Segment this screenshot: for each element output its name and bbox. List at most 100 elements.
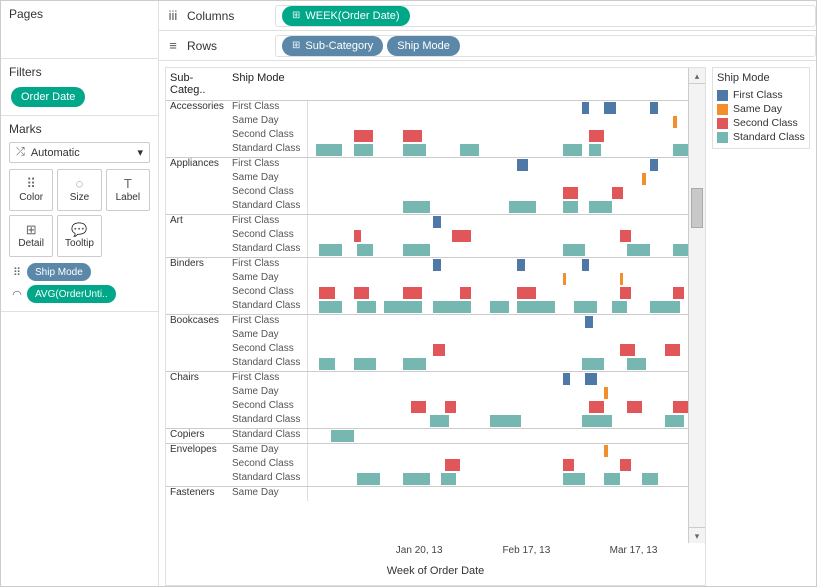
gantt-mark[interactable] xyxy=(612,301,627,313)
gantt-mark[interactable] xyxy=(357,244,372,256)
gantt-mark[interactable] xyxy=(589,130,604,142)
marks-size-button[interactable]: ◌Size xyxy=(57,169,101,211)
gantt-mark[interactable] xyxy=(673,116,677,128)
gantt-mark[interactable] xyxy=(331,430,354,442)
scroll-thumb[interactable] xyxy=(691,188,703,228)
gantt-mark[interactable] xyxy=(642,473,657,485)
gantt-mark[interactable] xyxy=(452,230,471,242)
gantt-mark[interactable] xyxy=(354,358,377,370)
gantt-mark[interactable] xyxy=(319,287,334,299)
gantt-mark[interactable] xyxy=(430,415,449,427)
legend-item[interactable]: Standard Class xyxy=(717,130,805,144)
gantt-mark[interactable] xyxy=(354,130,373,142)
gantt-mark[interactable] xyxy=(433,301,471,313)
legend-item[interactable]: Same Day xyxy=(717,102,805,116)
gantt-track[interactable] xyxy=(308,329,688,343)
gantt-mark[interactable] xyxy=(563,187,578,199)
gantt-mark[interactable] xyxy=(620,459,631,471)
gantt-mark[interactable] xyxy=(354,287,369,299)
gantt-mark[interactable] xyxy=(673,244,688,256)
gantt-mark[interactable] xyxy=(563,273,567,285)
gantt-track[interactable] xyxy=(308,243,688,257)
gantt-mark[interactable] xyxy=(403,130,422,142)
gantt-track[interactable] xyxy=(308,315,688,329)
gantt-track[interactable] xyxy=(308,186,688,200)
gantt-mark[interactable] xyxy=(563,373,571,385)
gantt-mark[interactable] xyxy=(509,201,536,213)
gantt-mark[interactable] xyxy=(563,201,578,213)
gantt-mark[interactable] xyxy=(319,301,342,313)
gantt-mark[interactable] xyxy=(490,301,509,313)
pill-week-orderdate[interactable]: ⊞WEEK(Order Date) xyxy=(282,6,410,26)
gantt-mark[interactable] xyxy=(403,144,426,156)
gantt-mark[interactable] xyxy=(563,144,582,156)
gantt-track[interactable] xyxy=(308,429,688,443)
gantt-track[interactable] xyxy=(308,400,688,414)
marks-color-button[interactable]: ⠿Color xyxy=(9,169,53,211)
vertical-scrollbar[interactable]: ▴ ▾ xyxy=(688,68,705,543)
gantt-mark[interactable] xyxy=(460,287,471,299)
gantt-track[interactable] xyxy=(308,229,688,243)
gantt-mark[interactable] xyxy=(582,102,590,114)
pill-subcategory[interactable]: ⊞Sub-Category xyxy=(282,36,383,56)
scroll-up-button[interactable]: ▴ xyxy=(689,68,705,84)
legend[interactable]: Ship Mode First ClassSame DaySecond Clas… xyxy=(712,67,810,149)
gantt-mark[interactable] xyxy=(403,473,430,485)
gantt-mark[interactable] xyxy=(319,358,334,370)
pill-avg-orderuntil[interactable]: AVG(OrderUnti.. xyxy=(27,285,116,303)
gantt-mark[interactable] xyxy=(620,230,631,242)
gantt-track[interactable] xyxy=(308,300,688,314)
gantt-mark[interactable] xyxy=(316,144,343,156)
gantt-track[interactable] xyxy=(308,372,688,386)
gantt-track[interactable] xyxy=(308,200,688,214)
marks-tooltip-button[interactable]: 💬Tooltip xyxy=(57,215,101,257)
gantt-track[interactable] xyxy=(308,129,688,143)
gantt-track[interactable] xyxy=(308,444,688,458)
gantt-mark[interactable] xyxy=(627,244,650,256)
gantt-track[interactable] xyxy=(308,414,688,428)
gantt-mark[interactable] xyxy=(650,102,658,114)
gantt-mark[interactable] xyxy=(357,301,376,313)
gantt-mark[interactable] xyxy=(433,344,444,356)
marks-label-button[interactable]: TLabel xyxy=(106,169,150,211)
gantt-mark[interactable] xyxy=(563,459,574,471)
gantt-mark[interactable] xyxy=(445,459,460,471)
gantt-mark[interactable] xyxy=(411,401,426,413)
gantt-track[interactable] xyxy=(308,458,688,472)
gantt-mark[interactable] xyxy=(642,173,646,185)
legend-item[interactable]: Second Class xyxy=(717,116,805,130)
gantt-mark[interactable] xyxy=(612,187,623,199)
gantt-mark[interactable] xyxy=(490,415,520,427)
gantt-mark[interactable] xyxy=(589,201,612,213)
gantt-mark[interactable] xyxy=(354,230,362,242)
gantt-mark[interactable] xyxy=(582,415,612,427)
gantt-mark[interactable] xyxy=(384,301,422,313)
legend-item[interactable]: First Class xyxy=(717,88,805,102)
pill-ship-mode[interactable]: Ship Mode xyxy=(27,263,91,281)
gantt-track[interactable] xyxy=(308,258,688,272)
gantt-track[interactable] xyxy=(308,115,688,129)
gantt-mark[interactable] xyxy=(433,216,441,228)
gantt-mark[interactable] xyxy=(589,144,600,156)
gantt-mark[interactable] xyxy=(665,415,684,427)
gantt-body[interactable]: AccessoriesFirst ClassSame DaySecond Cla… xyxy=(166,101,688,543)
gantt-track[interactable] xyxy=(308,272,688,286)
gantt-track[interactable] xyxy=(308,215,688,229)
gantt-track[interactable] xyxy=(308,343,688,357)
gantt-track[interactable] xyxy=(308,101,688,115)
gantt-mark[interactable] xyxy=(620,273,624,285)
gantt-mark[interactable] xyxy=(604,445,608,457)
gantt-mark[interactable] xyxy=(433,259,441,271)
gantt-mark[interactable] xyxy=(574,301,597,313)
gantt-mark[interactable] xyxy=(357,473,380,485)
gantt-mark[interactable] xyxy=(604,473,619,485)
gantt-track[interactable] xyxy=(308,286,688,300)
marks-type-dropdown[interactable]: ⤮ Automatic ▾ xyxy=(9,142,150,163)
gantt-mark[interactable] xyxy=(403,201,430,213)
gantt-mark[interactable] xyxy=(403,358,426,370)
gantt-mark[interactable] xyxy=(460,144,479,156)
gantt-mark[interactable] xyxy=(585,373,596,385)
gantt-track[interactable] xyxy=(308,357,688,371)
gantt-mark[interactable] xyxy=(665,344,680,356)
gantt-mark[interactable] xyxy=(403,244,430,256)
